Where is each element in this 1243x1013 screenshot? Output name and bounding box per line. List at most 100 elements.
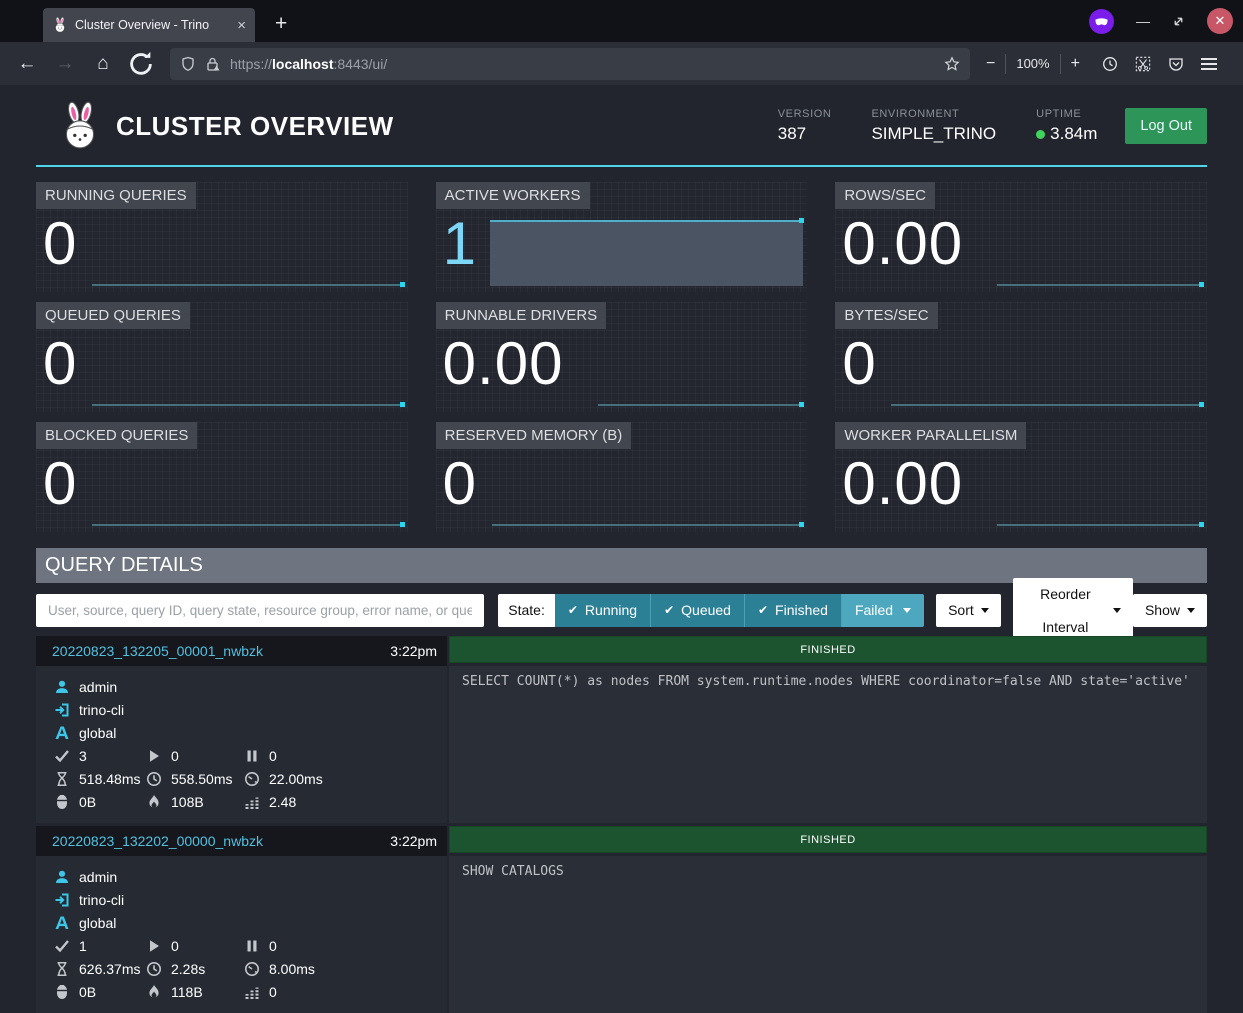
- query-id-link[interactable]: 20220823_132205_00001_nwbzk: [52, 643, 263, 659]
- window-close-button[interactable]: ✕: [1207, 8, 1233, 34]
- running-splits-icon: [146, 938, 162, 954]
- sparkline: [997, 524, 1203, 526]
- completed-splits-icon: [54, 938, 70, 954]
- state-filter-finished[interactable]: ✔ Finished: [745, 594, 842, 627]
- query-row: 20220823_132205_00001_nwbzk 3:22pm FINIS…: [36, 636, 1207, 823]
- running-splits-icon: [146, 748, 162, 764]
- url-text[interactable]: https://localhost:8443/ui/: [230, 56, 935, 72]
- tile-label: BLOCKED QUERIES: [36, 422, 197, 449]
- sparkline: [891, 404, 1203, 406]
- page-title: CLUSTER OVERVIEW: [116, 111, 778, 142]
- query-source-value: trino-cli: [79, 702, 124, 718]
- peak-memory-flame-icon: [146, 984, 162, 1000]
- sparkline: [92, 524, 404, 526]
- lock-warning-icon[interactable]: [205, 56, 221, 72]
- pocket-icon[interactable]: [1168, 56, 1184, 72]
- forward-button[interactable]: →: [50, 49, 80, 79]
- environment-value: SIMPLE_TRINO: [871, 124, 996, 144]
- show-dropdown[interactable]: Show: [1133, 594, 1207, 627]
- query-sql-pane: SHOW CATALOGS: [449, 856, 1207, 1013]
- trino-favicon-icon: [52, 17, 68, 33]
- state-filter-failed-dropdown[interactable]: Failed: [842, 594, 924, 627]
- wall-time-value: 626.37ms: [79, 961, 140, 977]
- wall-time-hourglass-icon: [54, 961, 70, 977]
- zoom-in-button[interactable]: +: [1071, 55, 1080, 73]
- completed-splits-icon: [54, 748, 70, 764]
- browser-tab[interactable]: Cluster Overview - Trino ×: [43, 8, 255, 42]
- divider: [1005, 54, 1006, 74]
- cumulative-memory-icon: [244, 984, 260, 1000]
- tile-rows-sec: ROWS/SEC 0.00: [835, 182, 1207, 292]
- bookmark-star-icon[interactable]: [944, 56, 960, 72]
- window-minimize-button[interactable]: —: [1136, 13, 1150, 29]
- current-memory-value: 0B: [79, 984, 96, 1000]
- divider: [1060, 54, 1061, 74]
- cpu-time-value: 558.50ms: [171, 771, 232, 787]
- query-id-link[interactable]: 20220823_132202_00000_nwbzk: [52, 833, 263, 849]
- cpu-time-value: 2.28s: [171, 961, 205, 977]
- cumulative-memory-icon: [244, 794, 260, 810]
- queued-splits-icon: [244, 748, 260, 764]
- window-restore-button[interactable]: [1172, 15, 1185, 28]
- history-clock-icon[interactable]: [1102, 56, 1118, 72]
- execution-time-value: 22.00ms: [269, 771, 323, 787]
- zoom-out-button[interactable]: −: [986, 55, 995, 73]
- query-time: 3:22pm: [390, 833, 437, 849]
- sparkline-area: [490, 220, 804, 286]
- tile-worker-parallelism: WORKER PARALLELISM 0.00: [835, 422, 1207, 532]
- uptime-status-dot: [1036, 130, 1045, 139]
- tile-label: RUNNING QUERIES: [36, 182, 196, 209]
- tile-blocked-queries: BLOCKED QUERIES 0: [36, 422, 408, 532]
- tile-value: 0: [43, 454, 408, 514]
- caret-down-icon: [1113, 608, 1121, 613]
- tracking-shield-icon[interactable]: [180, 56, 196, 72]
- resource-group-icon: [54, 915, 70, 931]
- url-bar[interactable]: https://localhost:8443/ui/: [170, 48, 970, 80]
- tile-running-queries: RUNNING QUERIES 0: [36, 182, 408, 292]
- sparkline: [92, 404, 404, 406]
- sparkline: [997, 284, 1203, 286]
- trino-logo: [58, 101, 102, 151]
- caret-down-icon: [1187, 608, 1195, 613]
- zoom-level[interactable]: 100%: [1016, 56, 1049, 71]
- resource-group-icon: [54, 725, 70, 741]
- tile-value: 0.00: [443, 334, 808, 394]
- version-label: VERSION: [778, 108, 832, 120]
- tile-label: RESERVED MEMORY (B): [436, 422, 632, 449]
- screenshot-scissors-icon[interactable]: [1135, 56, 1151, 72]
- user-icon: [54, 869, 70, 885]
- wall-time-hourglass-icon: [54, 771, 70, 787]
- tile-label: WORKER PARALLELISM: [835, 422, 1026, 449]
- back-button[interactable]: ←: [12, 49, 42, 79]
- state-filter-queued[interactable]: ✔ Queued: [651, 594, 745, 627]
- queued-splits-value: 0: [269, 748, 277, 764]
- tile-value: 0.00: [842, 214, 1207, 274]
- tile-label: BYTES/SEC: [835, 302, 937, 329]
- new-tab-button[interactable]: +: [275, 12, 287, 36]
- query-list: 20220823_132205_00001_nwbzk 3:22pm FINIS…: [36, 636, 1207, 1013]
- tab-close-icon[interactable]: ×: [237, 18, 246, 33]
- app-header: CLUSTER OVERVIEW VERSION 387 ENVIRONMENT…: [36, 85, 1207, 167]
- query-user-value: admin: [79, 869, 117, 885]
- reorder-interval-dropdown[interactable]: Reorder Interval: [1013, 578, 1133, 644]
- query-time: 3:22pm: [390, 643, 437, 659]
- query-resource-group-value: global: [79, 725, 116, 741]
- state-filter-group: State: ✔ Running ✔ Queued ✔ Finished Fai…: [498, 594, 924, 627]
- cumulative-memory-value: 2.48: [269, 794, 296, 810]
- query-sql-pane: SELECT COUNT(*) as nodes FROM system.run…: [449, 666, 1207, 823]
- logout-button[interactable]: Log Out: [1125, 108, 1207, 144]
- sort-dropdown[interactable]: Sort: [936, 594, 1001, 627]
- tile-value: 0: [443, 454, 808, 514]
- reload-button[interactable]: [126, 49, 156, 79]
- version-value: 387: [778, 124, 832, 144]
- query-source-value: trino-cli: [79, 892, 124, 908]
- tile-active-workers: ACTIVE WORKERS 1: [436, 182, 808, 292]
- menu-hamburger-icon[interactable]: [1201, 63, 1217, 65]
- stat-tiles: RUNNING QUERIES 0 ACTIVE WORKERS 1 ROWS/…: [36, 182, 1207, 532]
- home-button[interactable]: ⌂: [88, 49, 118, 79]
- environment-block: ENVIRONMENT SIMPLE_TRINO: [871, 108, 996, 144]
- query-search-input[interactable]: [36, 594, 484, 627]
- execution-time-value: 8.00ms: [269, 961, 315, 977]
- caret-down-icon: [981, 608, 989, 613]
- state-filter-running[interactable]: ✔ Running: [555, 594, 651, 627]
